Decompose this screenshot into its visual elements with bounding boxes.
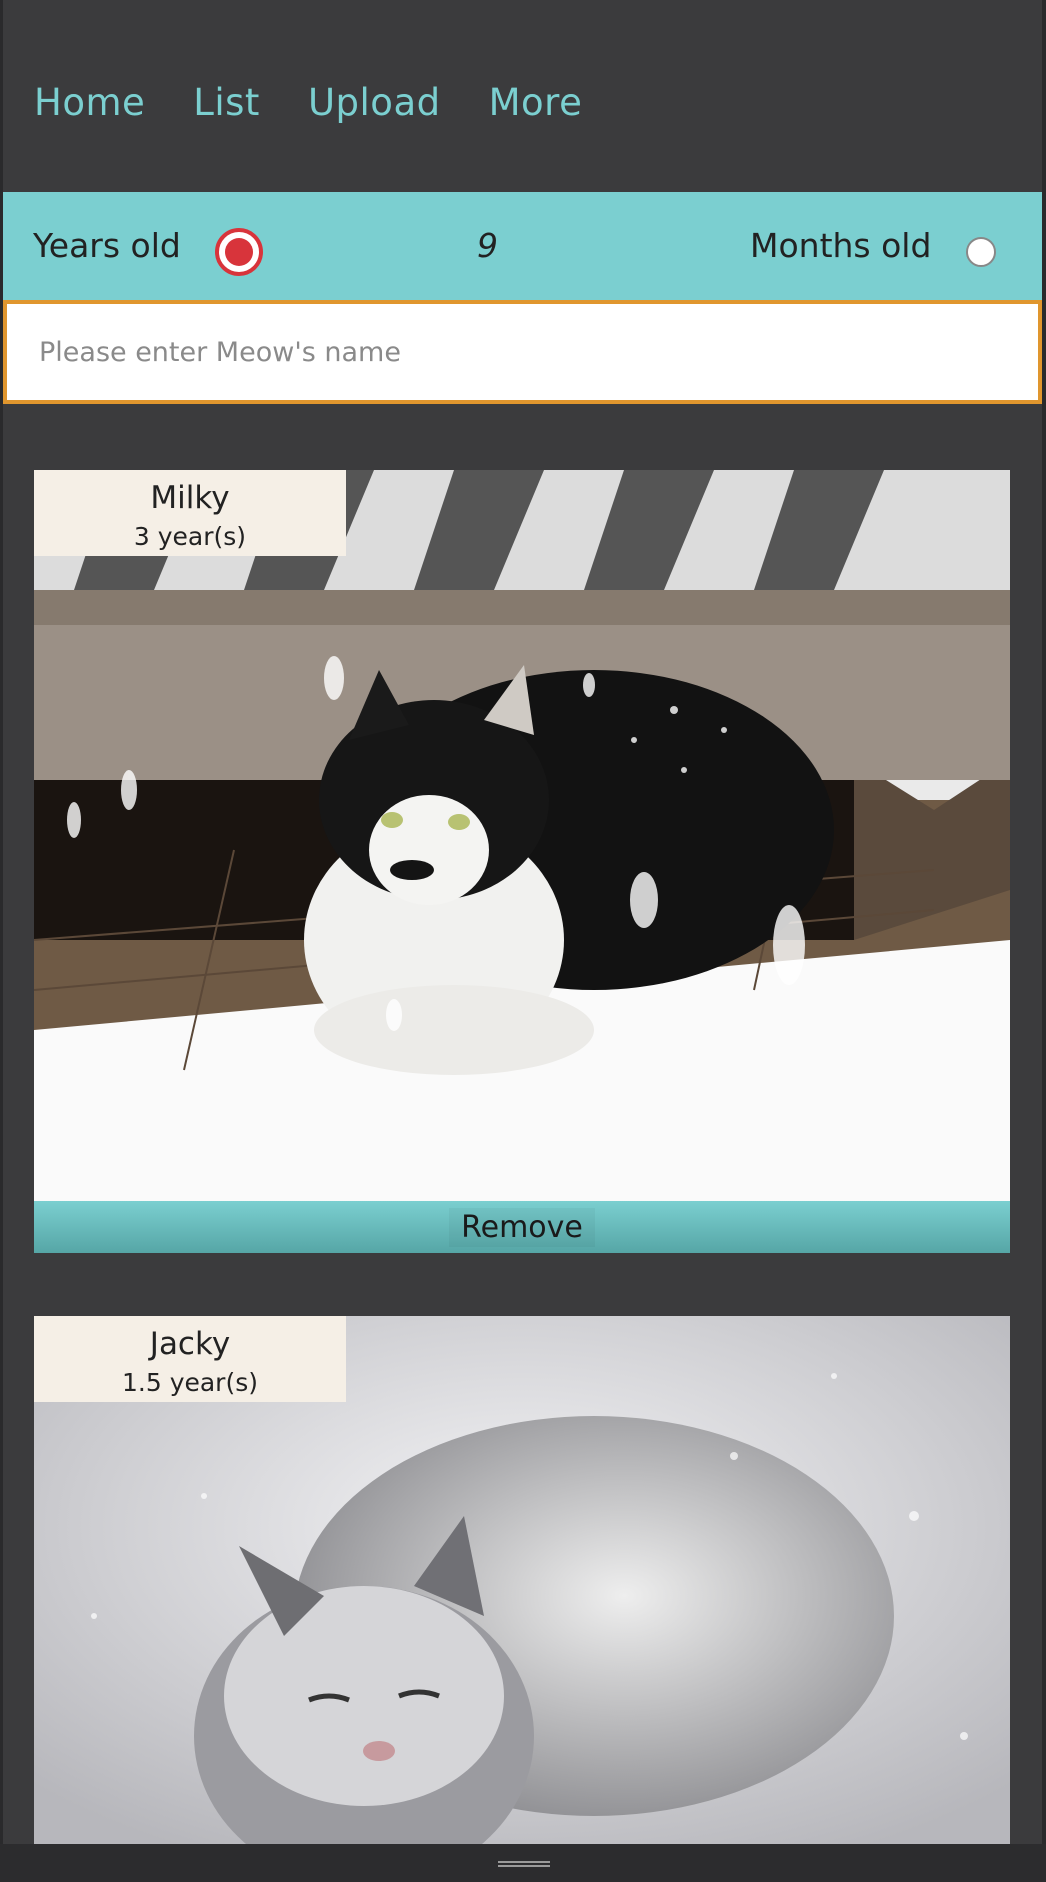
cat-name-input-container xyxy=(3,300,1042,404)
cat-card-milky: Milky 3 year(s) Remove xyxy=(34,470,1010,1253)
age-value-field[interactable]: 9 xyxy=(440,192,535,300)
years-old-label: Years old xyxy=(33,226,181,265)
years-old-radio[interactable] xyxy=(215,228,263,276)
cat-name: Milky xyxy=(150,480,230,516)
nav-more-link[interactable]: More xyxy=(489,81,583,124)
cat-photo-milky xyxy=(34,470,1010,1201)
frame-edge-right xyxy=(1042,0,1046,1882)
cat-card-jacky: Jacky 1.5 year(s) xyxy=(34,1316,1010,1844)
nav-list-link[interactable]: List xyxy=(193,81,260,124)
radio-selected-dot xyxy=(225,238,253,266)
cat-name-tag-milky: Milky 3 year(s) xyxy=(34,470,346,556)
gesture-handle[interactable] xyxy=(498,1861,550,1867)
app-screen: Home List Upload More Years old 9 Months… xyxy=(0,0,1046,1882)
cat-name: Jacky xyxy=(149,1326,231,1362)
top-nav: Home List Upload More xyxy=(34,72,630,132)
months-old-label: Months old xyxy=(750,226,932,265)
nav-upload-link[interactable]: Upload xyxy=(308,81,441,124)
cat-age: 1.5 year(s) xyxy=(121,1368,258,1397)
remove-button[interactable]: Remove xyxy=(34,1201,1010,1253)
cat-photo-milky-image xyxy=(34,470,1010,1201)
months-old-radio[interactable] xyxy=(966,237,996,267)
remove-button-label: Remove xyxy=(449,1207,595,1247)
cat-name-tag-jacky: Jacky 1.5 year(s) xyxy=(34,1316,346,1402)
cat-name-input[interactable] xyxy=(7,304,1038,400)
cat-age: 3 year(s) xyxy=(133,522,247,551)
nav-home-link[interactable]: Home xyxy=(34,81,145,124)
